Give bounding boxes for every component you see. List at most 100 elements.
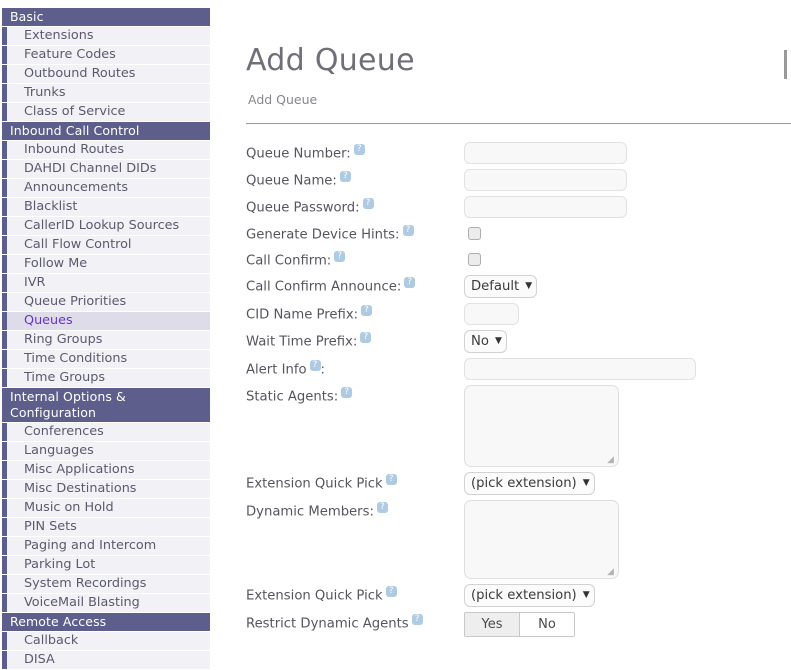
label-text-cid_name_prefix: CID Name Prefix: (246, 307, 359, 323)
sidebar-item-conferences[interactable]: Conferences (2, 423, 210, 441)
select-value-ext_quick_pick_2: (pick extension) (471, 588, 577, 603)
label-call_confirm: Call Confirm:? (246, 249, 464, 269)
sidebar-item-follow-me[interactable]: Follow Me (2, 255, 210, 273)
input-cid_name_prefix[interactable] (464, 303, 519, 325)
sidebar-item-callerid-lookup-sources[interactable]: CallerID Lookup Sources (2, 217, 210, 235)
sidebar-item-blacklist[interactable]: Blacklist (2, 198, 210, 216)
help-icon-queue_password[interactable]: ? (362, 198, 374, 209)
resize-grip-icon[interactable]: ◢ (607, 456, 616, 465)
sidebar-item-misc-destinations[interactable]: Misc Destinations (2, 480, 210, 498)
add-queue-form: Queue Number:? Queue Name:? Queue Password… (246, 142, 791, 637)
form-row-call_confirm: Call Confirm:? (246, 249, 791, 270)
chevron-down-icon: ▼ (582, 478, 590, 488)
help-icon-wait_time_prefix[interactable]: ? (360, 332, 372, 343)
sidebar-item-misc-applications[interactable]: Misc Applications (2, 461, 210, 479)
help-icon-static_agents[interactable]: ? (341, 387, 353, 398)
label-text-ext_quick_pick_1: Extension Quick Pick (246, 476, 383, 492)
scrollbar-fragment[interactable] (784, 50, 787, 79)
sidebar-item-queue-priorities[interactable]: Queue Priorities (2, 293, 210, 311)
sidebar-item-announcements[interactable]: Announcements (2, 179, 210, 197)
toggle-option-no[interactable]: No (520, 613, 574, 636)
sidebar-item-feature-codes[interactable]: Feature Codes (2, 46, 210, 64)
select-value-ext_quick_pick_1: (pick extension) (471, 476, 577, 491)
label-queue_number: Queue Number:? (246, 142, 464, 162)
title-divider (246, 123, 791, 124)
sidebar-item-time-groups[interactable]: Time Groups (2, 369, 210, 387)
resize-grip-icon[interactable]: ◢ (607, 568, 616, 577)
sidebar-item-music-on-hold[interactable]: Music on Hold (2, 499, 210, 517)
checkbox-call_confirm[interactable] (468, 253, 481, 266)
control-cell-call_confirm (464, 249, 791, 269)
label-queue_name: Queue Name:? (246, 169, 464, 189)
form-row-static_agents: Static Agents:? ◢ (246, 385, 791, 467)
chevron-down-icon: ▼ (494, 336, 502, 346)
help-icon-ext_quick_pick_2[interactable]: ? (385, 586, 397, 597)
select-ext_quick_pick_1[interactable]: (pick extension) ▼ (464, 472, 595, 495)
label-text-queue_number: Queue Number: (246, 146, 351, 162)
sidebar-item-outbound-routes[interactable]: Outbound Routes (2, 65, 210, 83)
sidebar-item-paging-and-intercom[interactable]: Paging and Intercom (2, 537, 210, 555)
sidebar-item-ivr[interactable]: IVR (2, 274, 210, 292)
sidebar-item-extensions[interactable]: Extensions (2, 27, 210, 45)
sidebar-navigation: Basic Extensions Feature Codes Outbound Rou… (0, 0, 210, 670)
label-wait_time_prefix: Wait Time Prefix:? (246, 330, 464, 350)
control-cell-generate_hints (464, 223, 791, 243)
sidebar-item-trunks[interactable]: Trunks (2, 84, 210, 102)
control-cell-wait_time_prefix: No ▼ (464, 330, 791, 353)
textarea-dynamic_members[interactable]: ◢ (464, 500, 619, 579)
help-icon-cid_name_prefix[interactable]: ? (361, 305, 373, 316)
label-ext_quick_pick_2: Extension Quick Pick? (246, 584, 464, 604)
sidebar-item-parking-lot[interactable]: Parking Lot (2, 556, 210, 574)
select-wait_time_prefix[interactable]: No ▼ (464, 330, 507, 353)
label-dynamic_members: Dynamic Members:? (246, 500, 464, 520)
sidebar-item-system-recordings[interactable]: System Recordings (2, 575, 210, 593)
sidebar-item-ring-groups[interactable]: Ring Groups (2, 331, 210, 349)
sidebar-item-dahdi-channel-dids[interactable]: DAHDI Channel DIDs (2, 160, 210, 178)
control-cell-ext_quick_pick_1: (pick extension) ▼ (464, 472, 791, 495)
page-root: Basic Extensions Feature Codes Outbound Rou… (0, 0, 791, 670)
sidebar-item-time-conditions[interactable]: Time Conditions (2, 350, 210, 368)
checkbox-generate_hints[interactable] (468, 227, 481, 240)
sidebar-item-callback[interactable]: Callback (2, 632, 210, 650)
help-icon-queue_name[interactable]: ? (339, 171, 351, 182)
sidebar-item-disa[interactable]: DISA (2, 651, 210, 669)
sidebar-item-voicemail-blasting[interactable]: VoiceMail Blasting (2, 594, 210, 612)
label-text-dynamic_members: Dynamic Members: (246, 504, 374, 520)
label-text-restrict_dynamic: Restrict Dynamic Agents (246, 616, 409, 632)
toggle-restrict_dynamic[interactable]: Yes No (464, 612, 575, 637)
form-row-generate_hints: Generate Device Hints:? (246, 223, 791, 244)
control-cell-cid_name_prefix (464, 303, 791, 325)
sidebar-item-queues[interactable]: Queues (2, 312, 210, 330)
help-icon-confirm_announce[interactable]: ? (404, 277, 416, 288)
help-icon-alert_info[interactable]: ? (309, 360, 321, 371)
label-text-wait_time_prefix: Wait Time Prefix: (246, 334, 358, 350)
sidebar-item-class-of-service[interactable]: Class of Service (2, 103, 210, 121)
sidebar-item-call-flow-control[interactable]: Call Flow Control (2, 236, 210, 254)
input-queue_password[interactable] (464, 196, 627, 218)
input-alert_info[interactable] (464, 358, 696, 380)
input-queue_number[interactable] (464, 142, 627, 164)
sidebar-item-inbound-routes[interactable]: Inbound Routes (2, 141, 210, 159)
help-icon-generate_hints[interactable]: ? (402, 225, 414, 236)
input-queue_name[interactable] (464, 169, 627, 191)
toggle-option-yes[interactable]: Yes (465, 613, 520, 636)
page-title: Add Queue (246, 43, 415, 78)
breadcrumb: Add Queue (248, 92, 318, 107)
control-cell-restrict_dynamic: Yes No (464, 612, 791, 637)
textarea-static_agents[interactable]: ◢ (464, 385, 619, 467)
help-icon-queue_number[interactable]: ? (353, 144, 365, 155)
form-row-ext_quick_pick_1: Extension Quick Pick? (pick extension) ▼ (246, 472, 791, 495)
label-suffix-alert_info: : (320, 362, 325, 378)
help-icon-dynamic_members[interactable]: ? (376, 502, 388, 513)
help-icon-ext_quick_pick_1[interactable]: ? (385, 474, 397, 485)
label-text-alert_info: Alert Info (246, 362, 307, 378)
label-queue_password: Queue Password:? (246, 196, 464, 216)
sidebar-item-languages[interactable]: Languages (2, 442, 210, 460)
label-text-call_confirm: Call Confirm: (246, 253, 332, 269)
help-icon-restrict_dynamic[interactable]: ? (411, 614, 423, 625)
sidebar-item-pin-sets[interactable]: PIN Sets (2, 518, 210, 536)
help-icon-call_confirm[interactable]: ? (334, 251, 346, 262)
select-confirm_announce[interactable]: Default ▼ (464, 275, 538, 298)
label-restrict_dynamic: Restrict Dynamic Agents? (246, 612, 464, 632)
select-ext_quick_pick_2[interactable]: (pick extension) ▼ (464, 584, 595, 607)
